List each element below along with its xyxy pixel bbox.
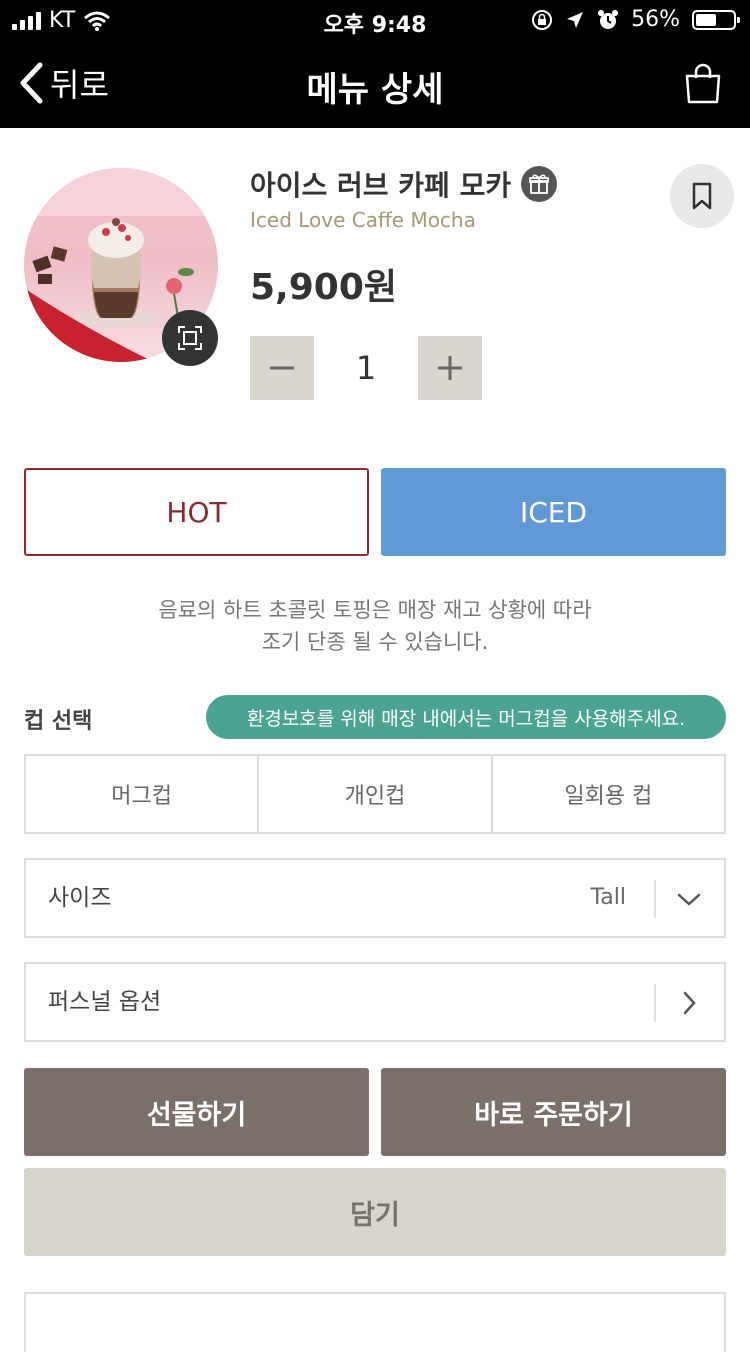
product-price: 5,900원 <box>250 267 397 308</box>
cup-options: 머그컵 개인컵 일회용 컵 <box>24 754 726 834</box>
quantity-value: 1 <box>355 349 377 387</box>
quantity-increase-button[interactable] <box>418 336 482 400</box>
top-bar: KT 오후 9:48 56% 뒤로 메뉴 상세 <box>0 0 750 128</box>
personal-option-label: 퍼스널 옵션 <box>48 989 162 1015</box>
rotation-lock-icon <box>532 9 553 30</box>
chevron-right-icon <box>683 991 696 1015</box>
eco-message-badge: 환경보호를 위해 매장 내에서는 머그컵을 사용해주세요. <box>206 695 726 739</box>
hot-option-label: HOT <box>166 495 227 529</box>
gift-icon[interactable] <box>521 166 558 202</box>
size-value: Tall <box>590 885 626 910</box>
shopping-bag-icon[interactable] <box>684 62 722 104</box>
gift-button[interactable]: 선물하기 <box>24 1068 369 1156</box>
cup-select-label: 컵 선택 <box>24 709 93 734</box>
topping-notice: 음료의 하트 초콜릿 토핑은 매장 재고 상황에 따라 조기 단종 될 수 있습… <box>0 594 750 658</box>
expand-icon <box>178 326 202 350</box>
size-label: 사이즈 <box>48 885 112 911</box>
notice-line-1: 음료의 하트 초콜릿 토핑은 매장 재고 상황에 따라 <box>158 598 592 622</box>
bookmark-icon <box>692 182 712 210</box>
image-zoom-button[interactable] <box>162 310 218 366</box>
cup-option-personal[interactable]: 개인컵 <box>257 756 490 832</box>
order-now-button[interactable]: 바로 주문하기 <box>381 1068 726 1156</box>
product-name: 아이스 러브 카페 모카 <box>250 164 558 204</box>
divider <box>654 880 656 918</box>
quantity-decrease-button[interactable] <box>250 336 314 400</box>
add-to-cart-button[interactable]: 담기 <box>24 1168 726 1256</box>
bottom-panel <box>24 1292 726 1352</box>
battery-icon <box>692 9 740 30</box>
battery-percent: 56% <box>631 7 680 32</box>
size-select[interactable]: 사이즈 Tall <box>24 858 726 938</box>
plus-icon <box>438 356 462 380</box>
hot-option-button[interactable]: HOT <box>24 468 369 556</box>
cup-option-disposable[interactable]: 일회용 컵 <box>490 756 724 832</box>
product-name-ko: 아이스 러브 카페 모카 <box>250 169 512 202</box>
personal-option-row[interactable]: 퍼스널 옵션 <box>24 962 726 1042</box>
page-title: 메뉴 상세 <box>306 70 444 110</box>
chevron-down-icon <box>677 893 701 906</box>
iced-option-button[interactable]: ICED <box>381 468 726 556</box>
notice-line-2: 조기 단종 될 수 있습니다. <box>261 630 489 654</box>
alarm-icon <box>598 9 619 29</box>
location-icon <box>567 11 584 28</box>
minus-icon <box>270 366 294 370</box>
cup-option-mug[interactable]: 머그컵 <box>26 756 257 832</box>
status-bar: KT 오후 9:48 56% <box>0 0 750 40</box>
bookmark-button[interactable] <box>670 164 734 228</box>
divider <box>654 984 656 1022</box>
product-name-en: Iced Love Caffe Mocha <box>250 208 476 232</box>
nav-bar: 뒤로 메뉴 상세 <box>0 40 750 128</box>
iced-option-label: ICED <box>519 495 588 529</box>
